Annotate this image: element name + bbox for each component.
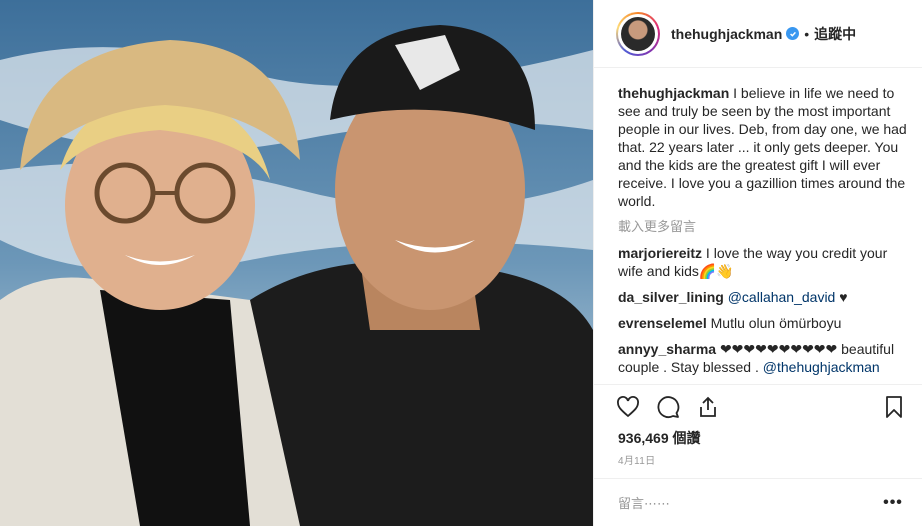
comment-username[interactable]: marjoriereitz xyxy=(618,245,702,261)
comment-input[interactable]: 留言⋯⋯ xyxy=(618,493,873,512)
comment-icon[interactable] xyxy=(656,395,684,423)
caption-username[interactable]: thehughjackman xyxy=(618,85,729,101)
comment-username[interactable]: annyy_sharma xyxy=(618,341,716,357)
avatar-image xyxy=(621,16,655,51)
action-bar xyxy=(594,384,922,432)
header-username[interactable]: thehughjackman xyxy=(671,26,782,42)
header-separator: • xyxy=(804,25,810,42)
comment-item: evrenselemel Mutlu olun ömürboyu xyxy=(618,314,907,332)
post-photo[interactable] xyxy=(0,0,593,526)
post-panel: thehughjackman • 追蹤中 thehughjackman I be… xyxy=(593,0,922,526)
photo-illustration xyxy=(0,0,593,526)
comment-username[interactable]: evrenselemel xyxy=(618,315,707,331)
comment-item: marjoriereitz I love the way you credit … xyxy=(618,244,907,280)
more-options-button[interactable]: ••• xyxy=(873,493,913,513)
post-header: thehughjackman • 追蹤中 xyxy=(594,0,922,68)
following-button[interactable]: 追蹤中 xyxy=(814,24,856,44)
comment-item: annyy_sharma ❤❤❤❤❤❤❤❤❤❤ beautiful couple… xyxy=(618,340,907,376)
share-icon[interactable] xyxy=(696,395,724,423)
bookmark-icon[interactable] xyxy=(882,395,906,419)
avatar-frame xyxy=(618,13,658,54)
comment-text: Mutlu olun ömürboyu xyxy=(706,315,842,331)
avatar[interactable] xyxy=(616,11,660,56)
verified-icon xyxy=(786,27,800,40)
likes-count[interactable]: 936,469 個讚 xyxy=(618,428,701,448)
load-more-comments[interactable]: 載入更多留言 xyxy=(618,218,907,236)
heart-icon[interactable] xyxy=(616,395,644,423)
caption: thehughjackman I believe in life we need… xyxy=(618,84,907,210)
comment-mention[interactable]: @callahan_david xyxy=(728,289,836,305)
comments-list: thehughjackman I believe in life we need… xyxy=(594,69,922,385)
comment-username[interactable]: da_silver_lining xyxy=(618,289,724,305)
post-date: 4月11日 xyxy=(618,456,656,467)
comment-item: da_silver_lining @callahan_david ♥ xyxy=(618,288,907,306)
caption-text: I believe in life we need to see and tru… xyxy=(618,85,907,209)
comment-mention[interactable]: @thehughjackman xyxy=(763,359,880,375)
comment-text: ♥ xyxy=(835,289,848,305)
add-comment-bar: 留言⋯⋯ ••• xyxy=(594,478,922,526)
